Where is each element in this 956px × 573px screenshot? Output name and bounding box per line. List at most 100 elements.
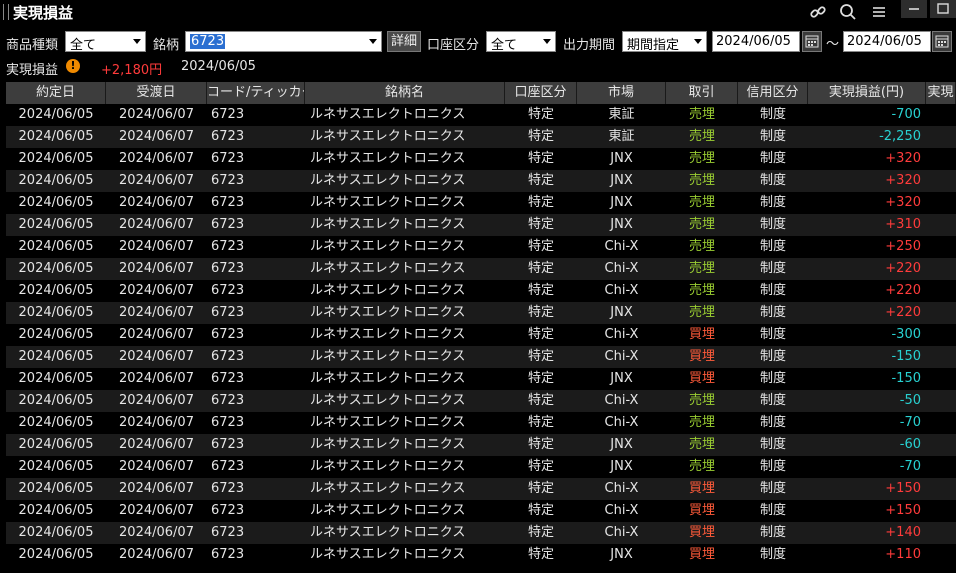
account-cell: 特定 (527, 349, 554, 364)
symbol-input[interactable]: 6723 (185, 31, 382, 52)
credit-cell: 制度 (759, 305, 786, 320)
calendar-icon[interactable] (802, 31, 822, 52)
column-header[interactable]: 口座区分 (505, 82, 577, 104)
table-row[interactable]: 2024/06/05 2024/06/07 6723 ルネサスエレクトロニクス 特定 Ch… (6, 236, 956, 258)
table-row[interactable]: 2024/06/05 2024/06/07 6723 ルネサスエレクトロニクス 特定 Ch… (6, 412, 956, 434)
table-row[interactable]: 2024/06/05 2024/06/07 6723 ルネサスエレクトロニクス 特定 Ch… (6, 346, 956, 368)
table-row[interactable]: 2024/06/05 2024/06/07 6723 ルネサスエレクトロニクス 特定 JN… (6, 302, 956, 324)
column-header[interactable]: 実現損益(円) (808, 82, 926, 104)
column-header[interactable]: 銘柄名 (305, 82, 505, 104)
calendar-icon[interactable] (932, 31, 952, 52)
period-value: 期間指定 (627, 38, 680, 53)
account-cell: 特定 (527, 437, 554, 452)
credit-cell: 制度 (759, 393, 786, 408)
column-header[interactable]: 実現 (926, 82, 956, 104)
market-cell: JNX (610, 151, 633, 166)
trade-cell: 売埋 (688, 195, 715, 210)
trade-cell: 売埋 (688, 415, 715, 430)
column-header[interactable]: 市場 (577, 82, 666, 104)
table-row[interactable]: 2024/06/05 2024/06/07 6723 ルネサスエレクトロニクス 特定 JN… (6, 456, 956, 478)
credit-cell: 制度 (759, 107, 786, 122)
table-row[interactable]: 2024/06/05 2024/06/07 6723 ルネサスエレクトロニクス 特定 東証… (6, 126, 956, 148)
settle-date-cell: 2024/06/07 (119, 349, 194, 364)
table-row[interactable]: 2024/06/05 2024/06/07 6723 ルネサスエレクトロニクス 特定 Ch… (6, 324, 956, 346)
search-icon[interactable] (838, 2, 858, 22)
pl-cell: -2,250 (879, 129, 921, 144)
maximize-icon[interactable] (930, 0, 956, 18)
table-row[interactable]: 2024/06/05 2024/06/07 6723 ルネサスエレクトロニクス 特定 JN… (6, 170, 956, 192)
table-row[interactable]: 2024/06/05 2024/06/07 6723 ルネサスエレクトロニクス 特定 Ch… (6, 478, 956, 500)
code-cell: 6723 (211, 371, 245, 386)
pl-cell: -300 (891, 327, 921, 342)
product-type-select[interactable]: 全て (65, 31, 146, 53)
settle-date-cell: 2024/06/07 (119, 305, 194, 320)
table-row[interactable]: 2024/06/05 2024/06/07 6723 ルネサスエレクトロニクス 特定 Ch… (6, 258, 956, 280)
symbol-value: 6723 (190, 34, 226, 49)
settle-date-cell: 2024/06/07 (119, 151, 194, 166)
market-cell: JNX (610, 459, 633, 474)
table-row[interactable]: 2024/06/05 2024/06/07 6723 ルネサスエレクトロニクス 特定 JN… (6, 434, 956, 456)
credit-cell: 制度 (759, 217, 786, 232)
table-row[interactable]: 2024/06/05 2024/06/07 6723 ルネサスエレクトロニクス 特定 Ch… (6, 500, 956, 522)
table-row[interactable]: 2024/06/05 2024/06/07 6723 ルネサスエレクトロニクス 特定 Ch… (6, 390, 956, 412)
trade-date-cell: 2024/06/05 (18, 283, 94, 298)
column-header[interactable]: コード/ティッカー (207, 82, 305, 104)
date-to-input[interactable]: 2024/06/05 (843, 31, 931, 52)
symbol-label: 銘柄 (153, 38, 180, 53)
column-header[interactable]: 信用区分 (738, 82, 808, 104)
pl-cell: -150 (891, 349, 921, 364)
table-row[interactable]: 2024/06/05 2024/06/07 6723 ルネサスエレクトロニクス 特定 東証… (6, 104, 956, 126)
pl-cell: +110 (885, 547, 921, 562)
period-select[interactable]: 期間指定 (622, 31, 707, 53)
table-row[interactable]: 2024/06/05 2024/06/07 6723 ルネサスエレクトロニクス 特定 JN… (6, 148, 956, 170)
symbol-name-cell: ルネサスエレクトロニクス (310, 217, 466, 232)
credit-cell: 制度 (759, 261, 786, 276)
market-cell: Chi-X (604, 525, 639, 540)
warning-icon[interactable]: ! (66, 59, 80, 73)
pl-table: 約定日 受渡日 コード/ティッカー 銘柄名 口座区分 市場 取引 信用区分 実現損益(円) 実現 … (6, 82, 956, 573)
symbol-name-cell: ルネサスエレクトロニクス (310, 305, 466, 320)
code-cell: 6723 (211, 525, 245, 540)
table-row[interactable]: 2024/06/05 2024/06/07 6723 ルネサスエレクトロニクス 特定 JN… (6, 192, 956, 214)
account-select[interactable]: 全て (486, 31, 556, 53)
symbol-name-cell: ルネサスエレクトロニクス (310, 393, 466, 408)
account-cell: 特定 (527, 173, 554, 188)
code-cell: 6723 (211, 129, 245, 144)
chevron-down-icon (543, 39, 551, 44)
table-row[interactable]: 2024/06/05 2024/06/07 6723 ルネサスエレクトロニクス 特定 Ch… (6, 522, 956, 544)
table-row[interactable]: 2024/06/05 2024/06/07 6723 ルネサスエレクトロニクス 特定 JN… (6, 544, 956, 566)
account-cell: 特定 (527, 217, 554, 232)
code-cell: 6723 (211, 393, 245, 408)
column-header[interactable]: 受渡日 (106, 82, 207, 104)
symbol-name-cell: ルネサスエレクトロニクス (310, 327, 466, 342)
trade-cell: 売埋 (688, 239, 715, 254)
settle-date-cell: 2024/06/07 (119, 129, 194, 144)
column-header[interactable]: 取引 (666, 82, 738, 104)
symbol-name-cell: ルネサスエレクトロニクス (310, 371, 466, 386)
column-header[interactable]: 約定日 (6, 82, 106, 104)
detail-button[interactable]: 詳細 (387, 31, 421, 52)
table-row[interactable]: 2024/06/05 2024/06/07 6723 ルネサスエレクトロニクス 特定 Ch… (6, 280, 956, 302)
minimize-icon[interactable] (901, 0, 927, 18)
market-cell: Chi-X (604, 261, 639, 276)
trade-cell: 売埋 (688, 129, 715, 144)
table-row[interactable]: 2024/06/05 2024/06/07 6723 ルネサスエレクトロニクス 特定 JN… (6, 214, 956, 236)
link-icon[interactable] (808, 2, 828, 22)
pl-cell: +150 (885, 481, 921, 496)
drag-grip-icon[interactable] (3, 4, 9, 20)
table-row[interactable]: 2024/06/05 2024/06/07 6723 ルネサスエレクトロニクス 特定 JN… (6, 368, 956, 390)
symbol-name-cell: ルネサスエレクトロニクス (310, 525, 466, 540)
chevron-down-icon (694, 39, 702, 44)
symbol-name-cell: ルネサスエレクトロニクス (310, 349, 466, 364)
market-cell: Chi-X (604, 283, 639, 298)
trade-cell: 買埋 (688, 547, 715, 562)
settle-date-cell: 2024/06/07 (119, 503, 194, 518)
trade-date-cell: 2024/06/05 (18, 393, 94, 408)
menu-icon[interactable] (869, 2, 889, 22)
product-type-value: 全て (70, 38, 97, 53)
date-from-input[interactable]: 2024/06/05 (712, 31, 800, 52)
market-cell: 東証 (608, 129, 635, 144)
settle-date-cell: 2024/06/07 (119, 239, 194, 254)
chevron-down-icon (133, 39, 141, 44)
market-cell: Chi-X (604, 393, 639, 408)
